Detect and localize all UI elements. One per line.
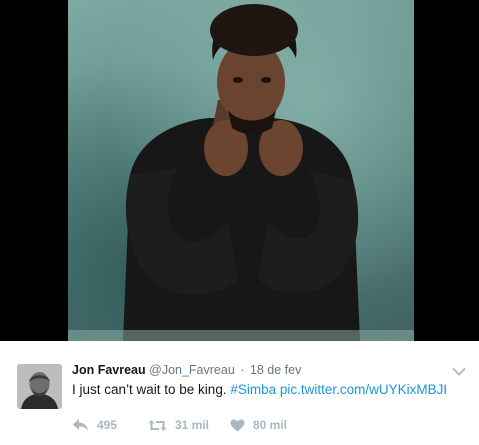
- user-handle[interactable]: @Jon_Favreau: [149, 363, 235, 377]
- chevron-down-icon[interactable]: [452, 364, 466, 376]
- retweet-icon: [148, 419, 167, 431]
- tweet-header: Jon Favreau @Jon_Favreau · 18 de fev: [72, 363, 301, 378]
- reply-icon: [73, 419, 88, 431]
- pic-link[interactable]: pic.twitter.com/wUYKixMBJI: [280, 382, 447, 397]
- avatar-portrait: [17, 364, 62, 409]
- avatar[interactable]: [17, 364, 62, 409]
- tweet-photo[interactable]: [68, 0, 414, 341]
- tweet-actions: 495 31 mil 80 mil: [72, 417, 310, 433]
- portrait-figure: [68, 4, 414, 341]
- tweet-media[interactable]: [0, 0, 479, 341]
- like-button[interactable]: 80 mil: [230, 418, 310, 432]
- retweet-count: 31 mil: [175, 418, 210, 432]
- tweet-text: I just can’t wait to be king. #Simba pic…: [72, 381, 447, 398]
- display-name[interactable]: Jon Favreau: [72, 363, 146, 377]
- separator-dot: ·: [240, 363, 245, 377]
- heart-icon: [230, 419, 245, 431]
- retweet-button[interactable]: 31 mil: [148, 418, 230, 432]
- reply-count: 495: [97, 418, 118, 432]
- hashtag-link[interactable]: #Simba: [230, 382, 276, 397]
- tweet-card: Jon Favreau @Jon_Favreau · 18 de fev I j…: [0, 341, 479, 445]
- like-count: 80 mil: [253, 418, 288, 432]
- tweet-body: I just can’t wait to be king.: [72, 382, 227, 397]
- reply-button[interactable]: 495: [72, 418, 148, 432]
- tweet-timestamp[interactable]: 18 de fev: [250, 363, 301, 377]
